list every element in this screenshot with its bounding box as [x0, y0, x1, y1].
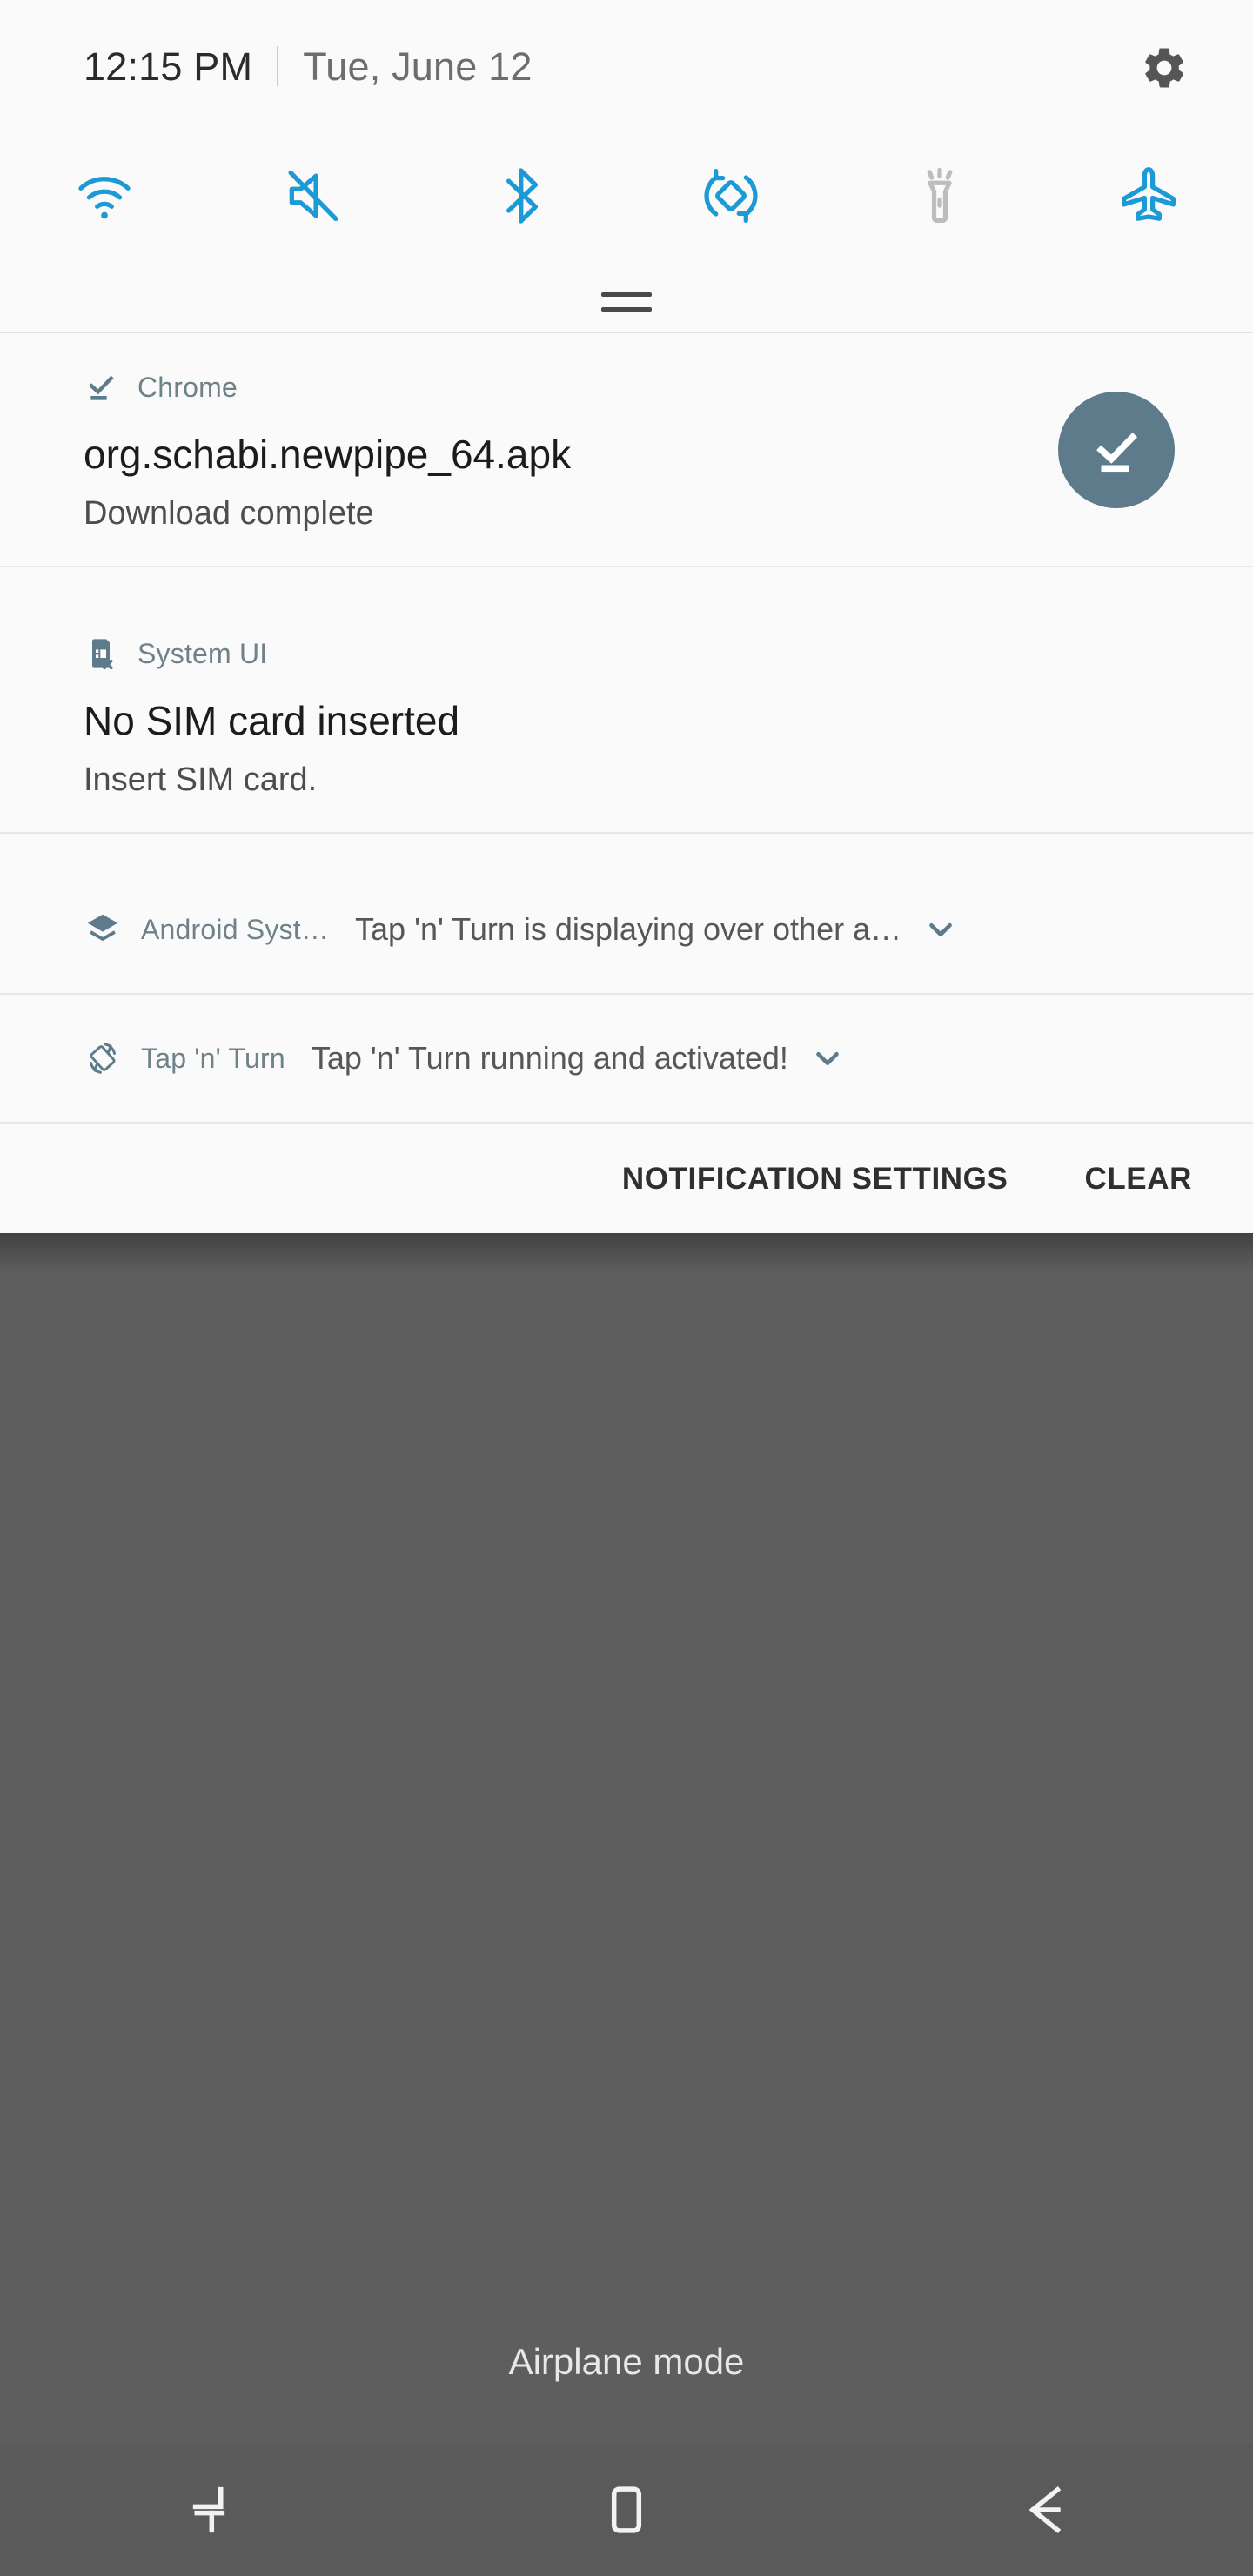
- airplane-icon: [1122, 167, 1176, 221]
- shade-drop-shadow: [0, 1233, 1253, 1273]
- notification-tap-n-turn[interactable]: Tap 'n' Turn Tap 'n' Turn running and ac…: [0, 995, 1253, 1124]
- notification-app-name: Android Syst…: [141, 913, 330, 945]
- airplane-mode-toast: Airplane mode: [508, 2341, 745, 2382]
- shade-status-bar: 12:15 PM Tue, June 12: [0, 0, 1253, 132]
- download-complete-icon: [89, 375, 114, 400]
- nav-back-button[interactable]: [835, 2444, 1253, 2576]
- screen-rotation-icon: [89, 1043, 117, 1074]
- wifi-icon: [78, 177, 131, 219]
- notification-android-system-overlay[interactable]: Android Syst… Tap 'n' Turn is displaying…: [0, 866, 1253, 995]
- notification-text: Insert SIM card.: [84, 761, 318, 798]
- qs-tile-auto-rotate[interactable]: [626, 139, 835, 252]
- notification-app-name: Chrome: [137, 371, 238, 403]
- gear-icon: [1145, 48, 1184, 88]
- sim-card-error-icon: [92, 639, 113, 670]
- drag-handle-icon: [601, 307, 652, 312]
- notification-app-name: System UI: [137, 637, 268, 669]
- download-complete-action-button[interactable]: [1058, 391, 1175, 508]
- shade-drag-handle[interactable]: [601, 292, 652, 312]
- notification-shade: 12:15 PM Tue, June 12 Chrome org.schabi.…: [0, 0, 1253, 1233]
- notification-collapsed-row: Tap 'n' Turn Tap 'n' Turn running and ac…: [0, 995, 1253, 1122]
- download-complete-icon: [1096, 432, 1138, 472]
- flashlight-icon: [927, 167, 953, 223]
- notification-settings-button[interactable]: NOTIFICATION SETTINGS: [622, 1162, 1008, 1197]
- notification-collapsed-row: Android Syst… Tap 'n' Turn is displaying…: [0, 866, 1253, 993]
- chevron-down-icon[interactable]: [807, 1038, 848, 1078]
- drag-handle-icon: [601, 292, 652, 297]
- qs-tile-airplane-mode[interactable]: [1044, 139, 1253, 252]
- auto-rotate-icon: [704, 169, 758, 223]
- notification-message: Tap 'n' Turn is displaying over other a…: [355, 911, 902, 947]
- sound-mute-icon: [288, 170, 338, 222]
- qs-tile-flashlight[interactable]: [835, 139, 1044, 252]
- qs-tile-wifi[interactable]: [0, 139, 209, 252]
- notification-header: Chrome: [0, 370, 1253, 405]
- home-icon: [611, 2486, 642, 2533]
- nav-home-button[interactable]: [418, 2444, 835, 2576]
- notification-header: System UI: [0, 636, 1253, 671]
- qs-tile-sound[interactable]: [209, 139, 418, 252]
- notification-system-ui-sim[interactable]: System UI No SIM card inserted Insert SI…: [0, 600, 1253, 835]
- clear-all-button[interactable]: CLEAR: [1084, 1162, 1192, 1197]
- chevron-down-icon[interactable]: [921, 909, 961, 949]
- notification-message: Tap 'n' Turn running and activated!: [311, 1040, 788, 1076]
- phone-screen: 12:15 PM Tue, June 12 Chrome org.schabi.…: [0, 0, 1253, 2576]
- nav-recents-button[interactable]: [0, 2444, 418, 2576]
- status-date: Tue, June 12: [303, 44, 533, 89]
- layers-icon: [87, 914, 118, 941]
- status-time: 12:15 PM: [84, 44, 253, 89]
- clock-group: 12:15 PM Tue, June 12: [84, 46, 533, 86]
- notification-title: No SIM card inserted: [84, 699, 460, 743]
- quick-settings-row: [0, 139, 1253, 252]
- notification-app-name: Tap 'n' Turn: [141, 1042, 285, 1074]
- notification-chrome-download[interactable]: Chrome org.schabi.newpipe_64.apk Downloa…: [0, 333, 1253, 568]
- notification-text: Download complete: [84, 494, 374, 532]
- clock-separator: [277, 46, 279, 86]
- qs-tile-bluetooth[interactable]: [418, 139, 626, 252]
- shade-action-bar: NOTIFICATION SETTINGS CLEAR: [0, 1125, 1253, 1233]
- back-arrow-icon: [1029, 2486, 1062, 2533]
- recents-icon: [192, 2486, 225, 2533]
- settings-button[interactable]: [1140, 44, 1189, 92]
- navigation-bar: [0, 2444, 1253, 2576]
- bluetooth-icon: [506, 168, 539, 224]
